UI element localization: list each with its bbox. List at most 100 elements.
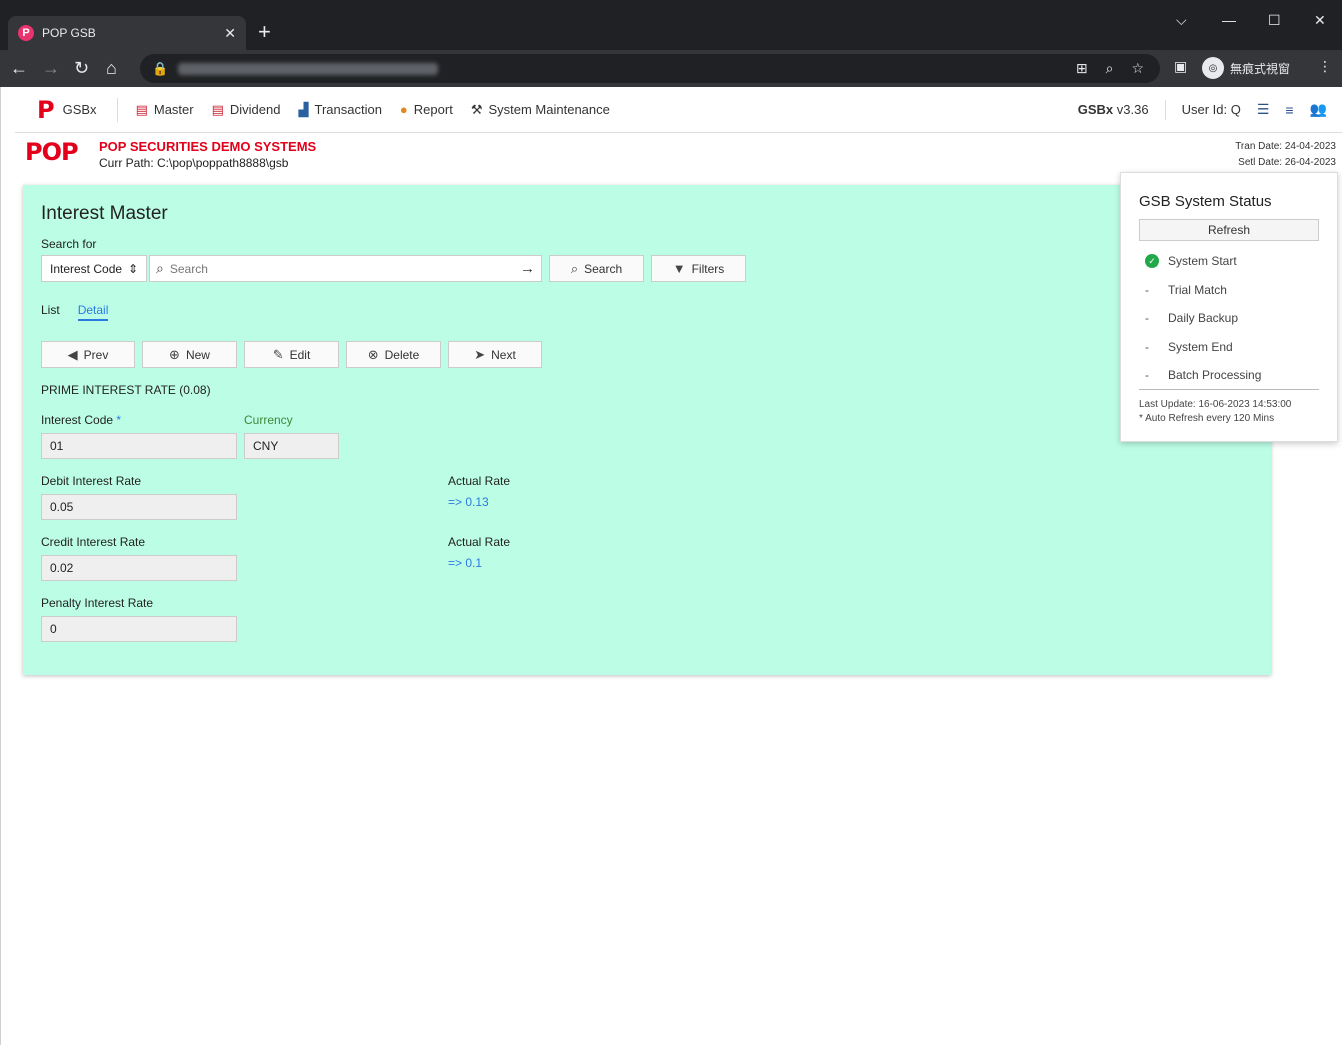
close-window-icon[interactable]: ✕ [1314,12,1326,29]
status-item-label: System End [1168,339,1233,354]
app-favicon-icon: P [18,25,34,41]
pop-logo: POP [25,139,87,169]
list-icon[interactable]: ≡ [1285,102,1293,118]
address-bar[interactable]: 🔒 ⊞ ⌕ ☆ [140,54,1160,83]
browser-tab[interactable]: P POP GSB ✕ [8,16,246,50]
credit-actual-label: Actual Rate [448,535,511,549]
menu-system-maintenance[interactable]: ⚒ System Maintenance [471,102,610,118]
transaction-icon: ▟ [298,101,309,117]
tab-search-chevron-icon[interactable]: ⌵ [1176,12,1187,29]
next-button[interactable]: ➤ Next [448,341,542,368]
menu-system-maintenance-label: System Maintenance [488,102,610,117]
prev-button[interactable]: ◀ Prev [41,341,135,368]
prev-button-label: Prev [83,347,109,362]
search-button[interactable]: ⌕ Search [549,255,644,282]
interest-code-label: Interest Code * [41,413,122,427]
tab-list[interactable]: List [41,303,60,321]
reload-icon[interactable]: ↻ [74,58,89,78]
arrow-right-icon[interactable]: → [520,260,535,277]
new-tab-icon[interactable]: + [258,20,271,44]
divider [1164,99,1166,120]
debit-rate-label: Debit Interest Rate [41,474,142,488]
menu-dividend[interactable]: ▤ Dividend [212,102,281,118]
currency-label: Currency [244,413,293,427]
status-list: ✓ System Start - Trial Match - Daily Bac… [1145,247,1325,390]
menu-master[interactable]: ▤ Master [136,102,194,118]
status-icon[interactable]: ☰ [1257,101,1270,118]
users-icon[interactable]: 👥 [1310,101,1327,118]
sort-updown-icon: ⇕ [127,261,138,276]
company-name: POP SECURITIES DEMO SYSTEMS [99,139,317,154]
required-marker: * [116,413,122,427]
edit-button-label: Edit [289,347,311,362]
search-input[interactable]: ⌕ Search → [149,255,542,282]
plus-circle-icon: ⊕ [169,346,180,362]
credit-rate-label: Credit Interest Rate [41,535,146,549]
forward-icon[interactable]: → [42,58,60,78]
report-icon: ● [399,102,408,117]
bookmark-star-icon[interactable]: ☆ [1131,60,1144,77]
search-button-label: Search [584,261,623,276]
home-icon[interactable]: ⌂ [106,58,117,78]
search-placeholder: Search [169,261,208,276]
debit-actual-value: => 0.13 [448,495,489,509]
status-item-batch-processing: - Batch Processing [1145,361,1325,390]
browser-tabbar: P POP GSB ✕ + ⌵ — ☐ ✕ [0,0,1342,50]
refresh-button[interactable]: Refresh [1139,219,1319,241]
edit-button[interactable]: ✎ Edit [244,341,339,368]
menu-transaction[interactable]: ▟ Transaction [298,102,381,118]
incognito-indicator[interactable]: ◎ 無痕式視窗 [1202,55,1290,81]
pop-logo-mark-icon: POP [25,138,79,166]
system-dates: Tran Date: 24-04-2023 Setl Date: 26-04-2… [1235,139,1336,171]
new-button-label: New [185,347,210,362]
app-version: GSBx v3.36 [1077,102,1149,117]
dash-icon: - [1145,339,1149,354]
dash-icon: - [1145,311,1149,326]
status-title: GSB System Status [1139,193,1272,210]
address-url [178,62,439,75]
tab-detail[interactable]: Detail [77,303,109,321]
lock-icon: 🔒 [152,60,169,76]
debit-actual-label: Actual Rate [448,474,511,488]
minimize-icon[interactable]: — [1222,12,1236,28]
dividend-icon: ▤ [211,101,224,117]
brand-label: GSBx [62,102,97,117]
tab-close-icon[interactable]: ✕ [224,25,236,42]
zoom-icon[interactable]: ⌕ [1106,60,1114,77]
new-button[interactable]: ⊕ New [142,341,237,368]
delete-button[interactable]: ⊗ Delete [346,341,441,368]
search-field-select[interactable]: Interest Code ⇕ [41,255,147,282]
maximize-icon[interactable]: ☐ [1268,12,1281,29]
back-icon[interactable]: ← [10,58,28,78]
penalty-rate-field[interactable]: 0 [41,616,237,642]
brand[interactable]: P GSBx [15,97,118,122]
credit-actual-value: => 0.1 [448,556,483,570]
debit-rate-field[interactable]: 0.05 [41,494,237,520]
check-circle-icon: ✓ [1145,254,1159,269]
app-area: P GSBx ▤ Master ▤ Dividend ▟ Transaction… [0,87,1342,1045]
side-panel-icon[interactable]: ▣ [1174,58,1187,75]
status-item-daily-backup: - Daily Backup [1145,304,1325,333]
filters-button-label: Filters [691,261,725,276]
setl-date: Setl Date: 26-04-2023 [1238,157,1336,168]
status-item-trial-match: - Trial Match [1145,276,1325,305]
filter-icon: ▼ [672,261,686,276]
company-header: POP POP SECURITIES DEMO SYSTEMS Curr Pat… [25,139,316,171]
menu-report[interactable]: ● Report [400,102,453,117]
arrow-right-icon: ➤ [474,346,486,362]
divider [1139,389,1319,390]
auto-refresh-note: * Auto Refresh every 120 Mins [1139,413,1275,424]
filters-button[interactable]: ▼ Filters [651,255,746,282]
credit-rate-field[interactable]: 0.02 [41,555,237,581]
interest-code-field[interactable]: 01 [41,433,237,459]
arrow-left-icon: ◀ [67,346,78,362]
search-field-value: Interest Code [50,261,123,276]
dash-icon: - [1145,368,1149,383]
page-title: Interest Master [41,203,168,224]
browser-menu-icon[interactable]: ⋮ [1318,58,1332,75]
currency-field[interactable]: CNY [244,433,339,459]
translate-icon[interactable]: ⊞ [1076,60,1088,77]
search-icon: ⌕ [156,260,164,276]
tran-date: Tran Date: 24-04-2023 [1235,141,1336,152]
master-icon: ▤ [135,101,148,117]
